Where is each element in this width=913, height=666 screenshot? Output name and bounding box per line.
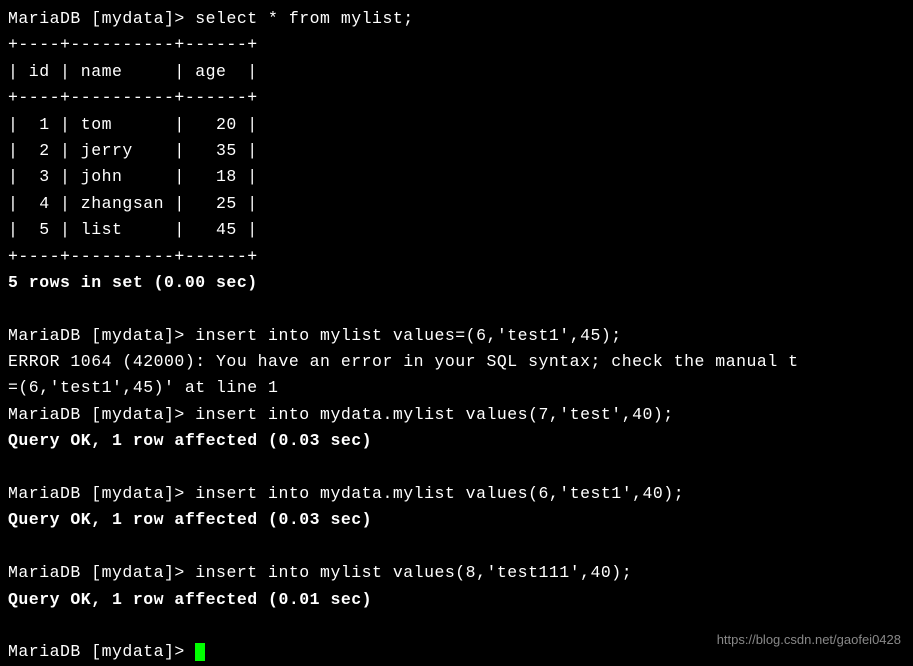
blank2 bbox=[8, 455, 905, 481]
blank1 bbox=[8, 296, 905, 322]
query-text: select * from mylist; bbox=[195, 9, 413, 28]
prompt: MariaDB [mydata]> bbox=[8, 484, 195, 503]
watermark-text: https://blog.csdn.net/gaofei0428 bbox=[717, 630, 901, 651]
table-row: | 3 | john | 18 | bbox=[8, 164, 905, 190]
result3: Query OK, 1 row affected (0.03 sec) bbox=[8, 428, 905, 454]
error-line2: =(6,'test1',45)' at line 1 bbox=[8, 375, 905, 401]
table-row: | 4 | zhangsan | 25 | bbox=[8, 191, 905, 217]
table-row: | 5 | list | 45 | bbox=[8, 217, 905, 243]
prompt: MariaDB [mydata]> bbox=[8, 642, 195, 661]
table-row: | 1 | tom | 20 | bbox=[8, 112, 905, 138]
query-text: insert into mydata.mylist values(7,'test… bbox=[195, 405, 673, 424]
line-query1: MariaDB [mydata]> select * from mylist; bbox=[8, 6, 905, 32]
blank3 bbox=[8, 534, 905, 560]
prompt: MariaDB [mydata]> bbox=[8, 326, 195, 345]
table-header: | id | name | age | bbox=[8, 59, 905, 85]
prompt: MariaDB [mydata]> bbox=[8, 9, 195, 28]
query-text: insert into mylist values=(6,'test1',45)… bbox=[195, 326, 621, 345]
result5: Query OK, 1 row affected (0.01 sec) bbox=[8, 587, 905, 613]
table-row: | 2 | jerry | 35 | bbox=[8, 138, 905, 164]
query-text: insert into mydata.mylist values(6,'test… bbox=[195, 484, 684, 503]
line-query5: MariaDB [mydata]> insert into mylist val… bbox=[8, 560, 905, 586]
table-sep-mid: +----+----------+------+ bbox=[8, 85, 905, 111]
table-sep-bot: +----+----------+------+ bbox=[8, 244, 905, 270]
prompt: MariaDB [mydata]> bbox=[8, 563, 195, 582]
prompt: MariaDB [mydata]> bbox=[8, 405, 195, 424]
cursor-icon bbox=[195, 643, 205, 661]
result1: 5 rows in set (0.00 sec) bbox=[8, 270, 905, 296]
error-line1: ERROR 1064 (42000): You have an error in… bbox=[8, 349, 905, 375]
line-query4: MariaDB [mydata]> insert into mydata.myl… bbox=[8, 481, 905, 507]
line-query3: MariaDB [mydata]> insert into mydata.myl… bbox=[8, 402, 905, 428]
line-query2: MariaDB [mydata]> insert into mylist val… bbox=[8, 323, 905, 349]
query-text: insert into mylist values(8,'test111',40… bbox=[195, 563, 632, 582]
table-sep-top: +----+----------+------+ bbox=[8, 32, 905, 58]
result4: Query OK, 1 row affected (0.03 sec) bbox=[8, 507, 905, 533]
